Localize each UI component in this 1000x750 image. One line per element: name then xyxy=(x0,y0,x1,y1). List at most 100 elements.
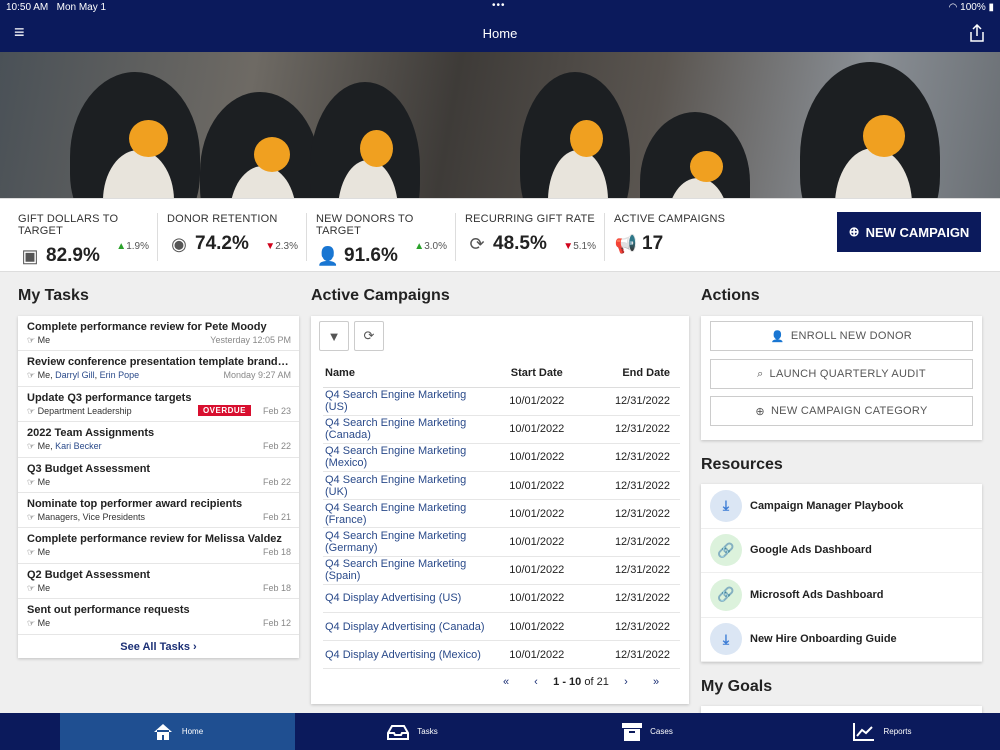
plus-circle-icon: ⊕ xyxy=(848,224,860,239)
table-row[interactable]: Q4 Search Engine Marketing (France) 10/01… xyxy=(323,499,680,529)
see-all-tasks-link[interactable]: See All Tasks › xyxy=(18,635,299,653)
end-date: 12/31/2022 xyxy=(580,415,680,444)
task-item[interactable]: Nominate top performer award recipients ☞… xyxy=(18,493,299,529)
task-item[interactable]: Q2 Budget Assessment ☞ Me Feb 18 xyxy=(18,564,299,600)
resource-item[interactable]: 🔗 Google Ads Dashboard xyxy=(701,529,982,573)
campaign-name-link[interactable]: Q4 Display Advertising (Mexico) xyxy=(323,640,493,670)
campaign-name-link[interactable]: Q4 Search Engine Marketing (UK) xyxy=(323,471,493,501)
end-date: 12/31/2022 xyxy=(580,471,680,501)
resources-heading: Resources xyxy=(701,456,783,473)
kpi-label: ACTIVE CAMPAIGNS xyxy=(614,213,726,225)
status-bar: 10:50 AM Mon May 1 ••• ◠ 100% ▮ xyxy=(0,0,1000,15)
assignee-link[interactable]: Erin Pope xyxy=(100,370,140,380)
start-date: 10/01/2022 xyxy=(493,640,581,670)
resource-label: New Hire Onboarding Guide xyxy=(750,633,897,646)
resource-item[interactable]: ⤓ Campaign Manager Playbook xyxy=(701,484,982,529)
table-row[interactable]: Q4 Search Engine Marketing (Germany) 10/0… xyxy=(323,527,680,557)
task-item[interactable]: 2022 Team Assignments ☞ Me, Kari Becker Fe… xyxy=(18,422,299,458)
first-page-button[interactable]: « xyxy=(491,676,521,688)
tab-home[interactable]: Home xyxy=(60,713,295,750)
kpi-new-donors: NEW DONORS TO TARGET 👤 91.6% ▲3.0% xyxy=(316,213,456,266)
campaign-name-link[interactable]: Q4 Search Engine Marketing (France) xyxy=(323,499,493,529)
end-date: 12/31/2022 xyxy=(580,499,680,529)
task-item[interactable]: Complete performance review for Pete Moo… xyxy=(18,316,299,352)
resource-item[interactable]: ⤓ New Hire Onboarding Guide xyxy=(701,618,982,662)
chevron-right-icon: › xyxy=(193,640,197,653)
campaign-name-link[interactable]: Q4 Search Engine Marketing (Spain) xyxy=(323,556,493,585)
page-title: Home xyxy=(482,26,518,41)
task-item[interactable]: Update Q3 performance targets ☞ Departmen… xyxy=(18,387,299,423)
hamburger-menu-icon[interactable]: ≡ xyxy=(14,23,25,41)
launch-quarterly-audit-button[interactable]: ⌕ LAUNCH QUARTERLY AUDIT xyxy=(710,359,973,389)
last-page-button[interactable]: » xyxy=(641,676,671,688)
prev-page-button[interactable]: ‹ xyxy=(521,676,551,688)
table-row[interactable]: Q4 Display Advertising (Mexico) 10/01/202… xyxy=(323,640,680,670)
table-row[interactable]: Q4 Display Advertising (Canada) 10/01/202… xyxy=(323,612,680,642)
table-row[interactable]: Q4 Search Engine Marketing (US) 10/01/202… xyxy=(323,387,680,416)
table-row[interactable]: Q4 Display Advertising (US) 10/01/2022 12/… xyxy=(323,584,680,614)
assignee-link[interactable]: Kari Becker xyxy=(55,441,102,451)
hand-point-icon: ☞ xyxy=(27,441,36,452)
new-campaign-button[interactable]: ⊕ NEW CAMPAIGN xyxy=(837,212,981,252)
end-date: 12/31/2022 xyxy=(580,640,680,670)
end-date: 12/31/2022 xyxy=(580,387,680,416)
task-item[interactable]: Sent out performance requests ☞ Me Feb 12 xyxy=(18,599,299,635)
user-plus-icon: 👤 xyxy=(770,330,785,343)
home-icon xyxy=(153,723,172,740)
campaign-name-link[interactable]: Q4 Display Advertising (Canada) xyxy=(323,612,493,642)
kpi-change: ▲3.0% xyxy=(414,241,447,252)
campaign-name-link[interactable]: Q4 Display Advertising (US) xyxy=(323,584,493,614)
task-title: 2022 Team Assignments xyxy=(27,427,155,440)
col-name: Name xyxy=(323,360,493,388)
campaigns-table: Name Start Date End Date Q4 Search Engine … xyxy=(323,360,680,670)
tab-tasks[interactable]: Tasks xyxy=(295,713,530,750)
task-assignees: ☞ Me xyxy=(27,582,51,593)
campaign-name-link[interactable]: Q4 Search Engine Marketing (Canada) xyxy=(323,415,493,444)
task-assignees: ☞ Me, Kari Becker xyxy=(27,441,102,452)
table-row[interactable]: Q4 Search Engine Marketing (Canada) 10/01… xyxy=(323,415,680,444)
share-icon[interactable] xyxy=(970,23,984,45)
campaign-name-link[interactable]: Q4 Search Engine Marketing (Germany) xyxy=(323,527,493,557)
tab-cases[interactable]: Cases xyxy=(530,713,765,750)
resource-item[interactable]: 🔗 Microsoft Ads Dashboard xyxy=(701,573,982,618)
next-page-button[interactable]: › xyxy=(611,676,641,688)
filter-button[interactable]: ▼ xyxy=(319,321,349,351)
enroll-new-donor-button[interactable]: 👤 ENROLL NEW DONOR xyxy=(710,321,973,351)
table-row[interactable]: Q4 Search Engine Marketing (Spain) 10/01/… xyxy=(323,556,680,585)
task-title: Sent out performance requests xyxy=(27,604,190,617)
assignee-link[interactable]: Darryl Gill xyxy=(55,370,95,380)
link-icon: 🔗 xyxy=(710,578,742,611)
plus-circle-icon: ⊕ xyxy=(755,405,765,418)
table-row[interactable]: Q4 Search Engine Marketing (Mexico) 10/01… xyxy=(323,443,680,473)
campaign-name-link[interactable]: Q4 Search Engine Marketing (US) xyxy=(323,387,493,416)
task-item[interactable]: Complete performance review for Melissa … xyxy=(18,528,299,564)
user-circle-icon: ◉ xyxy=(171,233,187,254)
task-assignees: ☞ Me xyxy=(27,547,51,558)
hand-point-icon: ☞ xyxy=(27,405,36,416)
kpi-label: NEW DONORS TO TARGET xyxy=(316,213,414,237)
task-date: Feb 23 xyxy=(262,405,291,416)
tasks-card: Complete performance review for Pete Moo… xyxy=(18,316,299,658)
task-title: Nominate top performer award recipients xyxy=(27,497,243,510)
campaign-name-link[interactable]: Q4 Search Engine Marketing (Mexico) xyxy=(323,443,493,473)
multitask-dots[interactable]: ••• xyxy=(492,0,506,11)
search-icon: ⌕ xyxy=(757,367,764,380)
tab-reports[interactable]: Reports xyxy=(765,713,1000,750)
hand-point-icon: ☞ xyxy=(27,547,36,558)
new-campaign-category-button[interactable]: ⊕ NEW CAMPAIGN CATEGORY xyxy=(710,396,973,426)
end-date: 12/31/2022 xyxy=(580,612,680,642)
task-date: Feb 18 xyxy=(262,547,291,558)
task-item[interactable]: Review conference presentation template … xyxy=(18,351,299,387)
kpi-donor-retention: DONOR RETENTION ◉ 74.2% ▼2.3% xyxy=(167,213,307,261)
kpi-label: DONOR RETENTION xyxy=(167,213,278,225)
kpi-change: ▲1.9% xyxy=(116,241,149,252)
table-row[interactable]: Q4 Search Engine Marketing (UK) 10/01/202… xyxy=(323,471,680,501)
archive-icon xyxy=(622,722,643,741)
task-item[interactable]: Q3 Budget Assessment ☞ Me Feb 22 xyxy=(18,458,299,493)
chart-line-icon xyxy=(853,722,875,741)
refresh-button[interactable]: ⟳ xyxy=(354,321,384,351)
active-campaigns-heading: Active Campaigns xyxy=(311,287,450,304)
task-assignees: ☞ Me xyxy=(27,476,51,487)
end-date: 12/31/2022 xyxy=(580,556,680,585)
task-date: Feb 12 xyxy=(262,618,291,629)
